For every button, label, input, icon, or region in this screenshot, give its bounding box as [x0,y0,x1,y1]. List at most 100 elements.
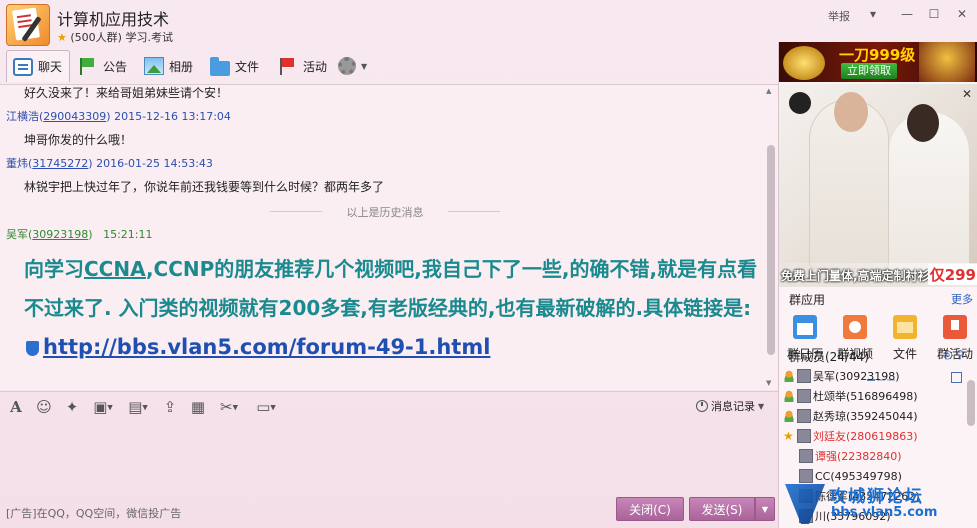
avatar [797,369,811,383]
message-header: 董炜(31745272) 2016-01-25 14:53:43 [6,157,213,170]
avatar [797,389,811,403]
member-name: 吴军(30923198) [813,370,900,383]
scroll-up-icon[interactable]: ▲ [766,87,771,95]
maximize-icon[interactable]: ☐ [925,6,943,22]
message-time: 2016-01-25 14:53:43 [96,157,213,170]
group-info-text: (500人群) 学习.考试 [70,31,173,44]
message-text-ccna: CCNA [84,257,146,281]
scissors-icon[interactable]: ✂▼ [214,397,244,417]
dropdown-icon[interactable]: ▾ [864,6,882,22]
chat-scrollbar[interactable]: ▲ ▼ [765,85,777,390]
settings-menu[interactable]: ▼ [332,50,373,82]
screenshot-icon[interactable]: ▣▼ [88,397,118,417]
app-files[interactable]: 文件 [881,315,929,362]
send-options-icon[interactable]: ▼ [755,497,775,521]
history-label: 消息记录 [711,400,755,413]
gear-icon [338,57,356,75]
banner-button[interactable]: 立即领取 [841,63,897,79]
member-name: 赵秀琼(359245044) [813,410,918,423]
members-title: 群成员(24/44) [789,350,869,364]
image-icon[interactable]: ▤▼ [124,397,152,417]
member-row[interactable]: 谭强(22382840) [799,446,977,466]
message-header: 江横浩(290043309) 2015-12-16 13:17:04 [6,110,231,123]
banner-text: 一刀999级 [839,46,916,64]
scrollbar-thumb[interactable] [767,145,775,355]
ad-figure-head [834,92,868,132]
member-name: 刘廷友(280619863) [813,430,918,443]
sender-qq-link[interactable]: 31745272 [32,157,88,170]
tab-label: 公告 [103,59,128,74]
member-search-icon[interactable]: ◎ ⚲ [943,348,964,361]
group-name: 计算机应用技术 [57,10,170,29]
avatar [797,409,811,423]
message-text: 坤哥你发的什么哦！ [24,133,133,147]
emoji-icon[interactable]: ☺ [34,397,54,417]
message-text-part: 向学习 [24,257,84,281]
message-text: 好久没来了！来给哥姐弟妹些请个安！ [24,86,229,100]
message-history-button[interactable]: 消息记录 ▼ [696,398,764,414]
member-row[interactable]: 吴军(30923198) [783,366,969,386]
forum-watermark: 攻城狮论坛 bbs.vlan5.com [785,482,977,528]
message-time: 15:21:11 [103,228,153,241]
right-panel: 一刀999级 立即领取 免费上门量体,高端定制衬衫 仅299 ✕ 群应用 更多 … [778,42,977,528]
message-input[interactable] [0,421,778,496]
tab-activity[interactable]: 活动 [272,50,333,82]
tab-album[interactable]: 相册 [138,50,199,82]
tab-notice[interactable]: 公告 [72,50,133,82]
ad-text[interactable]: [广告]在QQ，QQ空间，微信投广告 [6,505,181,521]
close-button[interactable]: 关闭(C) [616,497,684,521]
avatar [799,449,813,463]
magic-wand-icon[interactable]: ✦ [62,397,82,417]
member-row[interactable]: ★ 刘廷友(280619863) [783,426,969,446]
gift-icon[interactable]: ▦ [188,397,208,417]
tab-label: 相册 [169,59,194,74]
star-icon: ★ [57,31,67,44]
message-time: 2015-12-16 13:17:04 [114,110,231,123]
member-row[interactable]: 杜颂举(516896498) [783,386,969,406]
game-character-image [919,42,975,82]
sender-qq-link[interactable]: 290043309 [43,110,106,123]
safe-link-shield-icon [26,341,39,356]
tab-chat[interactable]: 聊天 [6,50,70,82]
activity-icon [943,315,967,339]
group-avatar-icon[interactable] [6,4,50,46]
report-button[interactable]: 举报 [828,8,850,24]
qq-group-chat-window: 计算机应用技术 ★ (500人群) 学习.考试 举报 ▾ — ☐ ✕ 聊天 公告… [0,0,977,528]
avatar [799,469,813,483]
tab-files[interactable]: 文件 [204,50,265,82]
send-button[interactable]: 发送(S) [689,497,755,521]
member-name: CC(495349798) [815,469,902,483]
game-ad-banner[interactable]: 一刀999级 立即领取 [779,42,977,82]
group-info: ★ (500人群) 学习.考试 [57,29,173,45]
chevron-down-icon: ▼ [758,401,765,411]
message-text: 林锐宇把上快过年了，你说年前还我钱要等到什么时候？都两年多了 [24,180,385,194]
history-divider: 以上是历史消息 [270,204,500,219]
more-tools-icon[interactable]: ▭▼ [250,397,282,417]
sender-name: 江横浩 [6,110,39,123]
group-tabs: 聊天 公告 相册 文件 活动 ▼ [0,50,778,84]
sender-name: 吴军 [6,228,28,241]
watermark-logo-icon [785,484,825,524]
chat-bubble-icon [13,57,33,76]
font-icon[interactable]: A [6,397,26,417]
shirt-ad-image[interactable]: 免费上门量体,高端定制衬衫 仅299 [779,84,977,287]
member-row[interactable]: 赵秀琼(359245044) [783,406,969,426]
sender-qq-link[interactable]: 30923198 [32,228,88,241]
calendar-icon [793,315,817,339]
star-icon: ★ [783,429,794,443]
tab-label: 文件 [235,59,260,74]
group-apps-title: 群应用 [789,293,826,307]
close-icon[interactable]: ✕ [953,6,971,22]
flag-icon [78,57,98,75]
chat-history: 好久没来了！来给哥姐弟妹些请个安！ 江横浩(290043309) 2015-12… [0,84,778,390]
sender-name: 董炜 [6,157,28,170]
photo-icon [144,57,164,75]
folder-icon [210,56,230,76]
minimize-icon[interactable]: — [898,6,916,22]
avatar [797,429,811,443]
upload-icon[interactable]: ⇪ [160,397,180,417]
forum-link[interactable]: http://bbs.vlan5.com/forum-49-1.html [43,335,490,359]
apps-more-link[interactable]: 更多 [951,291,973,307]
scroll-down-icon[interactable]: ▼ [766,379,771,387]
close-ad-icon[interactable]: ✕ [962,87,972,101]
